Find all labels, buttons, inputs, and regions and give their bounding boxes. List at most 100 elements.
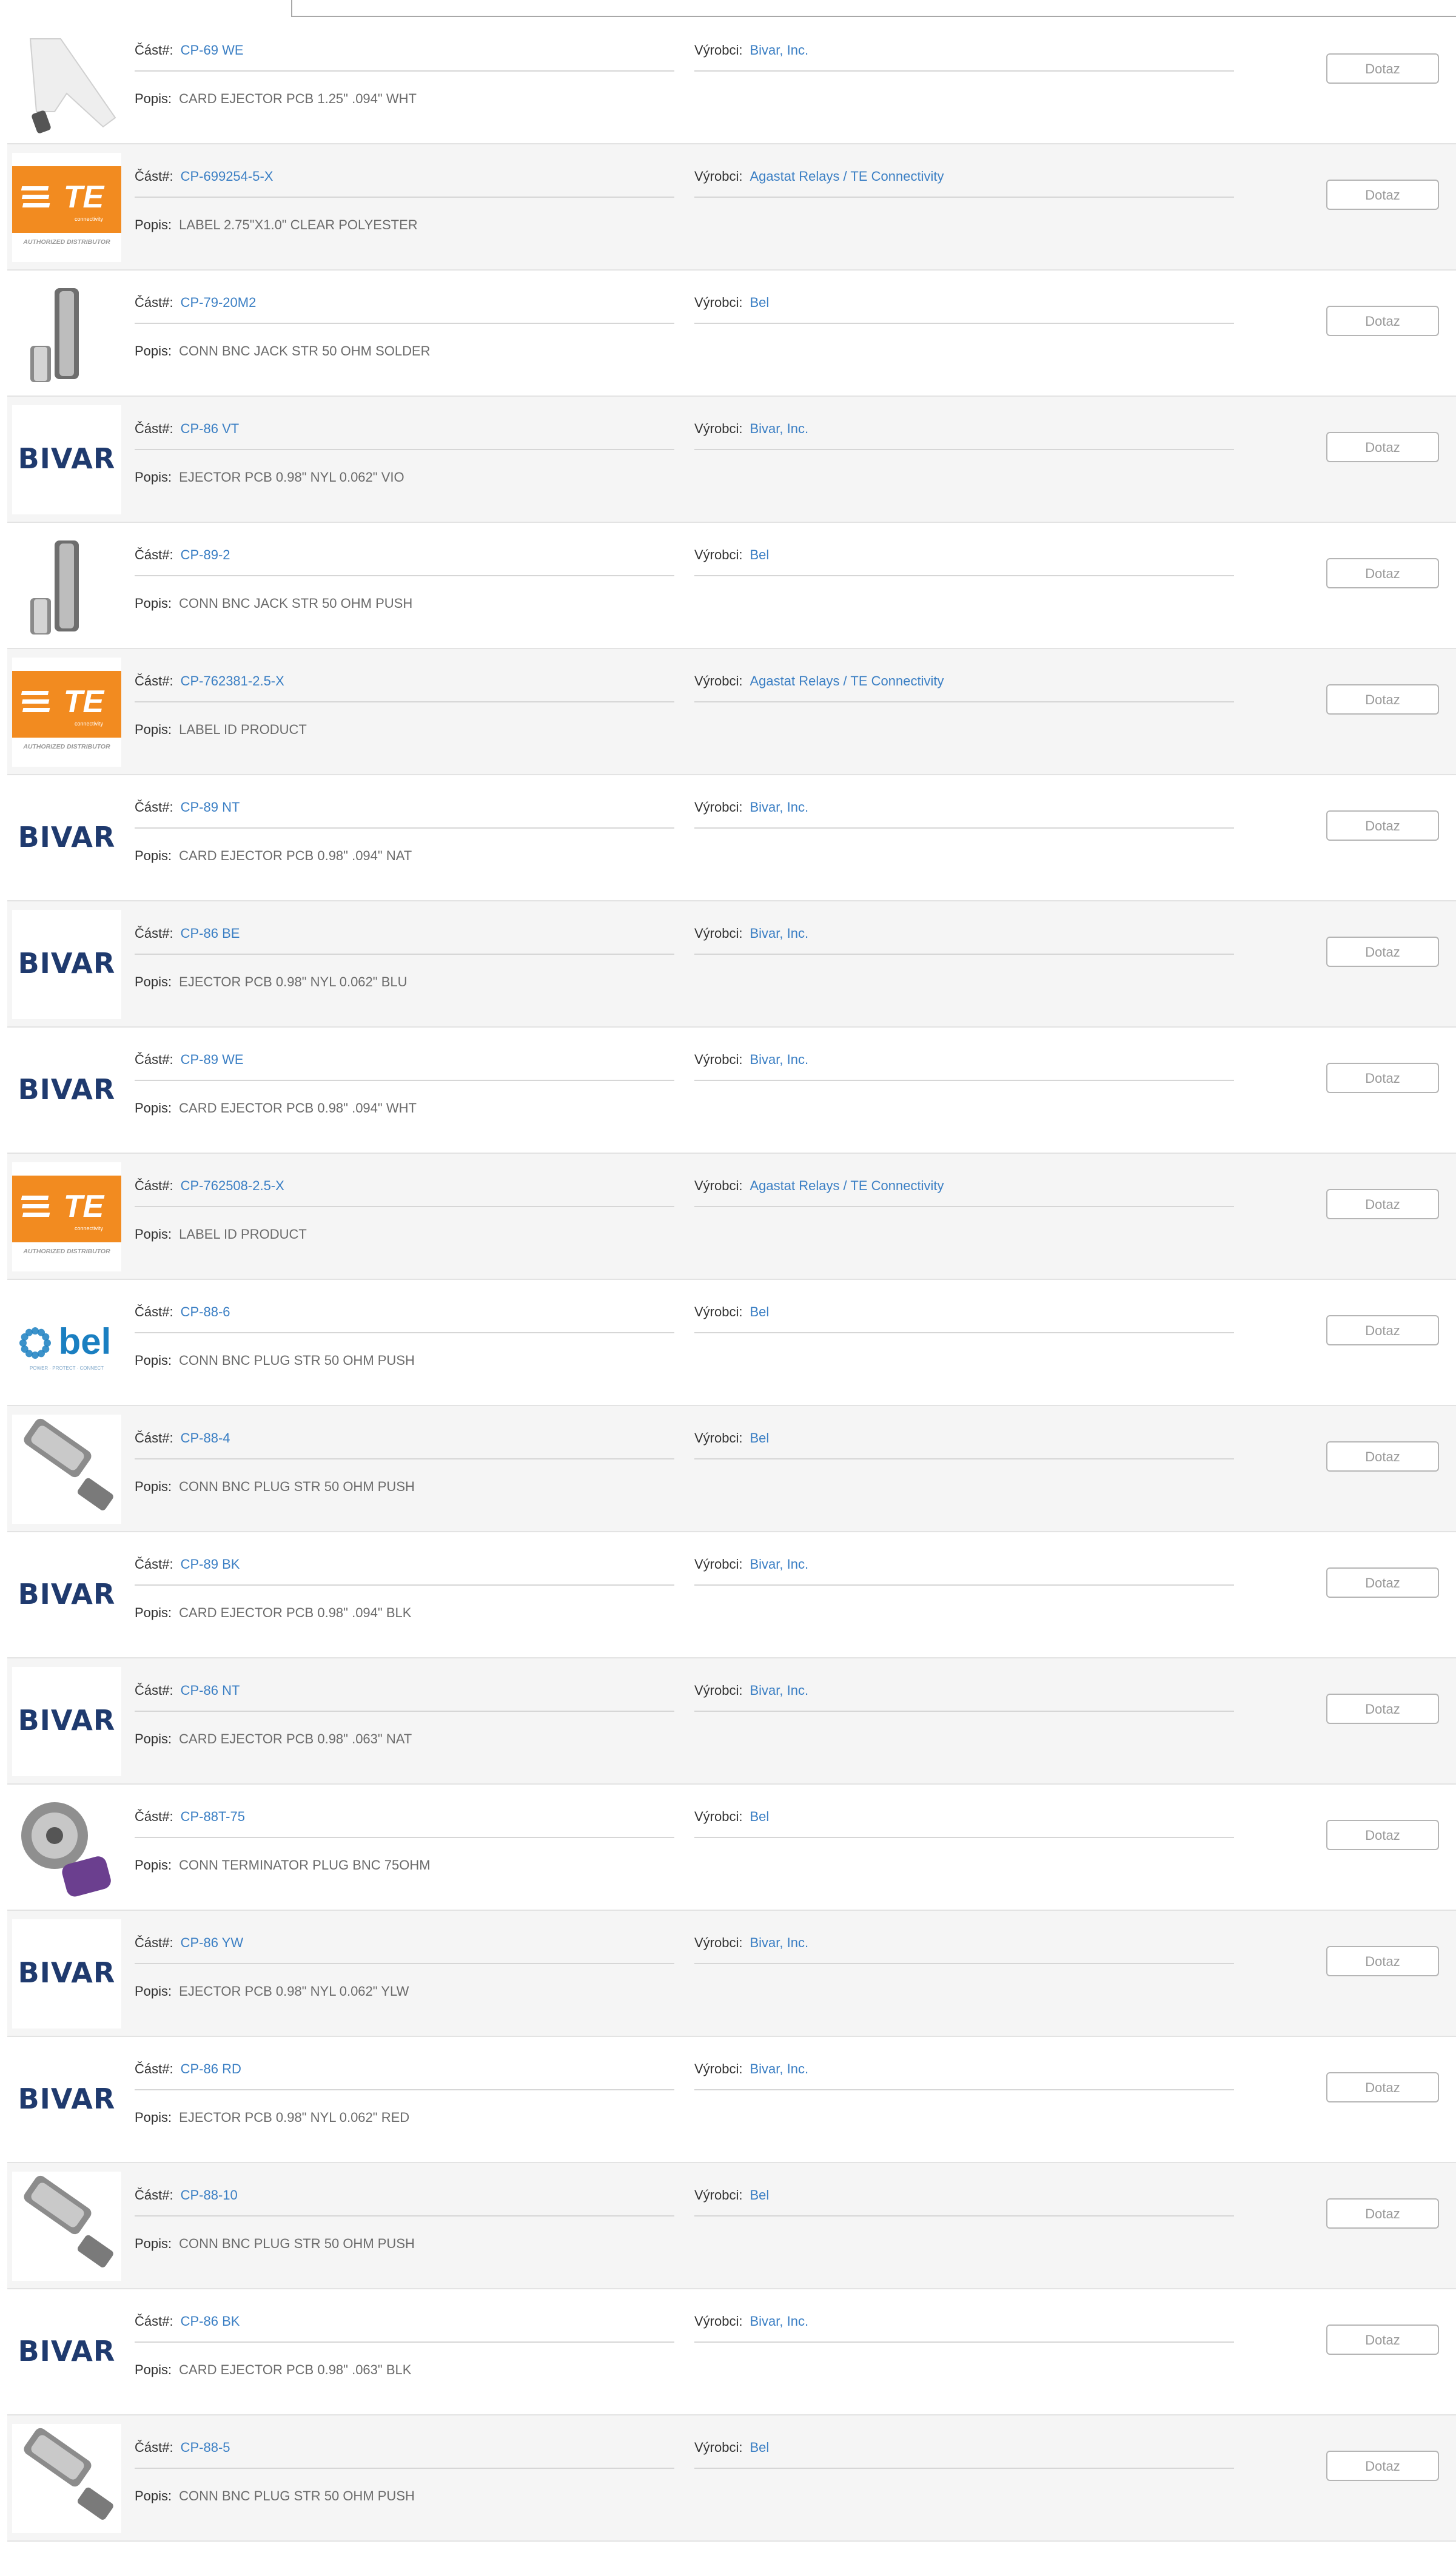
inquiry-button[interactable]: Dotaz xyxy=(1326,1441,1439,1472)
part-number-link[interactable]: CP-69 WE xyxy=(181,42,244,58)
inquiry-button[interactable]: Dotaz xyxy=(1326,1063,1439,1093)
inquiry-button[interactable]: Dotaz xyxy=(1326,432,1439,462)
inquiry-button[interactable]: Dotaz xyxy=(1326,1315,1439,1345)
manufacturer-link[interactable]: Agastat Relays / TE Connectivity xyxy=(750,673,944,688)
inquiry-button[interactable]: Dotaz xyxy=(1326,2451,1439,2481)
part-number-link[interactable]: CP-88-6 xyxy=(181,1304,230,1319)
product-thumbnail[interactable] xyxy=(12,27,121,136)
inquiry-button[interactable]: Dotaz xyxy=(1326,558,1439,588)
manufacturer-link[interactable]: Bivar, Inc. xyxy=(750,926,808,941)
manufacturer-link[interactable]: Bivar, Inc. xyxy=(750,1683,808,1698)
description-label: Popis: xyxy=(135,722,172,737)
part-number-link[interactable]: CP-86 NT xyxy=(181,1683,240,1698)
inquiry-button[interactable]: Dotaz xyxy=(1326,53,1439,84)
part-number-link[interactable]: CP-699254-5-X xyxy=(181,169,273,184)
manufacturer-link[interactable]: Bivar, Inc. xyxy=(750,799,808,815)
description-text: CARD EJECTOR PCB 0.98" .094" NAT xyxy=(179,848,412,863)
part-number-link[interactable]: CP-89 WE xyxy=(181,1052,244,1067)
inquiry-button[interactable]: Dotaz xyxy=(1326,1694,1439,1724)
part-number-link[interactable]: CP-88-10 xyxy=(181,2187,238,2203)
manufacturer-link[interactable]: Bivar, Inc. xyxy=(750,1052,808,1067)
manufacturer-link[interactable]: Bel xyxy=(750,1304,769,1319)
inquiry-button[interactable]: Dotaz xyxy=(1326,684,1439,715)
manufacturer-link[interactable]: Bivar, Inc. xyxy=(750,2061,808,2076)
manufacturer-link[interactable]: Bel xyxy=(750,295,769,310)
description-text: CONN TERMINATOR PLUG BNC 75OHM xyxy=(179,1857,431,1873)
part-number-link[interactable]: CP-86 RD xyxy=(181,2061,241,2076)
part-number-link[interactable]: CP-762381-2.5-X xyxy=(181,673,284,688)
part-number-link[interactable]: CP-86 VT xyxy=(181,421,240,436)
svg-text:BIVAR: BIVAR xyxy=(18,1578,116,1611)
inquiry-button[interactable]: Dotaz xyxy=(1326,1567,1439,1598)
inquiry-button[interactable]: Dotaz xyxy=(1326,810,1439,841)
product-thumbnail[interactable]: TE connectivity AUTHORIZED DISTRIBUTOR xyxy=(12,153,121,262)
part-number-link[interactable]: CP-89 NT xyxy=(181,799,240,815)
part-number-link[interactable]: CP-88-5 xyxy=(181,2440,230,2455)
te-logo-icon: TEconnectivity AUTHORIZED DISTRIBUTOR xyxy=(12,166,121,246)
manufacturer-link[interactable]: Bel xyxy=(750,1430,769,1446)
inquiry-button[interactable]: Dotaz xyxy=(1326,306,1439,336)
product-row: TE connectivity AUTHORIZED DISTRIBUTOR Čás… xyxy=(7,144,1456,271)
product-thumbnail[interactable]: BIVAR xyxy=(12,405,121,514)
part-number-link[interactable]: CP-86 BK xyxy=(181,2314,240,2329)
manufacturer-link[interactable]: Bel xyxy=(750,1809,769,1824)
svg-text:BIVAR: BIVAR xyxy=(18,2335,116,2368)
product-thumbnail[interactable] xyxy=(12,531,121,641)
tab-active[interactable] xyxy=(0,0,291,18)
product-thumbnail[interactable]: BIVAR xyxy=(12,2298,121,2407)
part-number-link[interactable]: CP-762508-2.5-X xyxy=(181,1178,284,1193)
product-thumbnail[interactable]: TE connectivity AUTHORIZED DISTRIBUTOR xyxy=(12,658,121,767)
inquiry-button[interactable]: Dotaz xyxy=(1326,2198,1439,2229)
svg-text:BIVAR: BIVAR xyxy=(18,1956,116,1989)
manufacturer-link[interactable]: Bel xyxy=(750,2440,769,2455)
product-thumbnail[interactable]: BIVAR xyxy=(12,910,121,1019)
svg-text:connectivity: connectivity xyxy=(75,216,104,222)
product-thumbnail[interactable]: bel POWER · PROTECT · CONNECT xyxy=(12,1288,121,1398)
product-thumbnail[interactable]: BIVAR xyxy=(12,1036,121,1145)
product-thumbnail[interactable]: BIVAR xyxy=(12,1541,121,1650)
card-ejector-photo xyxy=(29,38,116,133)
inquiry-button[interactable]: Dotaz xyxy=(1326,180,1439,210)
description-text: CONN BNC JACK STR 50 OHM PUSH xyxy=(179,596,413,611)
part-number-link[interactable]: CP-88-4 xyxy=(181,1430,230,1446)
product-thumbnail[interactable]: BIVAR xyxy=(12,1919,121,2028)
inquiry-button[interactable]: Dotaz xyxy=(1326,2072,1439,2102)
manufacturer-link[interactable]: Bivar, Inc. xyxy=(750,2314,808,2329)
product-thumbnail[interactable]: BIVAR xyxy=(12,2045,121,2155)
manufacturer-link[interactable]: Bivar, Inc. xyxy=(750,42,808,58)
manufacturer-field: Výrobci: Bivar, Inc. xyxy=(694,1935,1234,1964)
svg-text:connectivity: connectivity xyxy=(75,721,104,727)
manufacturer-link[interactable]: Bivar, Inc. xyxy=(750,421,808,436)
inquiry-button[interactable]: Dotaz xyxy=(1326,937,1439,967)
manufacturer-link[interactable]: Agastat Relays / TE Connectivity xyxy=(750,1178,944,1193)
inquiry-button[interactable]: Dotaz xyxy=(1326,1820,1439,1850)
inquiry-button[interactable]: Dotaz xyxy=(1326,1946,1439,1976)
manufacturer-link[interactable]: Bel xyxy=(750,2187,769,2203)
part-number-link[interactable]: CP-86 BE xyxy=(181,926,240,941)
product-thumbnail[interactable]: BIVAR xyxy=(12,784,121,893)
description-label: Popis: xyxy=(135,1100,172,1116)
product-thumbnail[interactable]: BIVAR xyxy=(12,1667,121,1776)
description-text: CARD EJECTOR PCB 1.25" .094" WHT xyxy=(179,91,417,106)
inquiry-button[interactable]: Dotaz xyxy=(1326,1189,1439,1219)
manufacturer-label: Výrobci: xyxy=(694,2440,743,2455)
part-number-link[interactable]: CP-88T-75 xyxy=(181,1809,245,1824)
part-number-link[interactable]: CP-86 YW xyxy=(181,1935,244,1950)
product-thumbnail[interactable] xyxy=(12,1793,121,1902)
bnc-jack-photo xyxy=(30,540,79,635)
manufacturer-link[interactable]: Bivar, Inc. xyxy=(750,1557,808,1572)
inquiry-button[interactable]: Dotaz xyxy=(1326,2324,1439,2355)
part-number-link[interactable]: CP-89 BK xyxy=(181,1557,240,1572)
manufacturer-link[interactable]: Bivar, Inc. xyxy=(750,1935,808,1950)
part-number-link[interactable]: CP-79-20M2 xyxy=(181,295,257,310)
description-text: LABEL ID PRODUCT xyxy=(179,722,307,737)
product-thumbnail[interactable] xyxy=(12,279,121,388)
part-number-link[interactable]: CP-89-2 xyxy=(181,547,230,562)
product-thumbnail[interactable] xyxy=(12,1415,121,1524)
manufacturer-link[interactable]: Bel xyxy=(750,547,769,562)
product-thumbnail[interactable] xyxy=(12,2172,121,2281)
manufacturer-label: Výrobci: xyxy=(694,169,743,184)
product-thumbnail[interactable] xyxy=(12,2424,121,2533)
manufacturer-link[interactable]: Agastat Relays / TE Connectivity xyxy=(750,169,944,184)
product-thumbnail[interactable]: TE connectivity AUTHORIZED DISTRIBUTOR xyxy=(12,1162,121,1271)
